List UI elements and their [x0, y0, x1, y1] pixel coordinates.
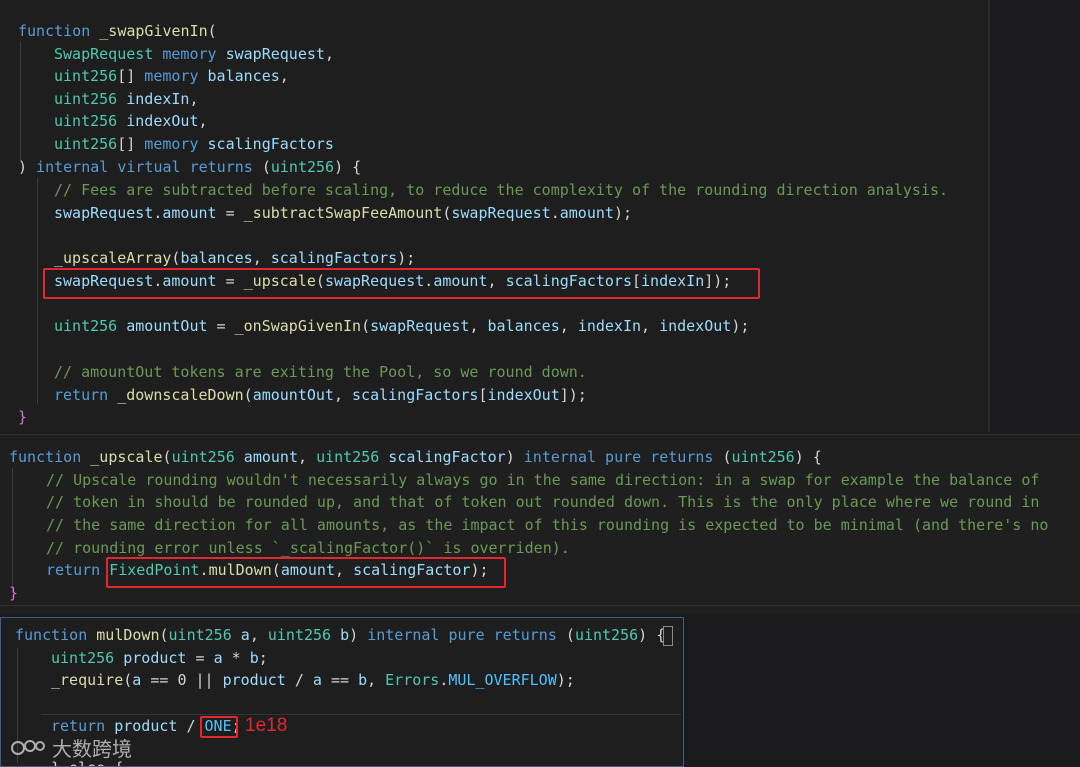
code-line: uint256 indexIn,	[54, 90, 199, 108]
code-line: ) internal virtual returns (uint256) {	[18, 158, 362, 176]
code-line: _require(a == 0 || product / a == b, Err…	[51, 671, 575, 689]
divider	[0, 605, 1080, 606]
code-panel-swap-given-in: function _swapGivenIn( SwapRequest memor…	[0, 0, 990, 432]
indent-guide	[12, 468, 13, 593]
code-comment: // the same direction for all amounts, a…	[46, 516, 1049, 534]
watermark-text: 大数跨境	[52, 737, 132, 761]
code-line: SwapRequest memory swapRequest,	[54, 45, 334, 63]
code-line: }	[18, 408, 28, 426]
bracket-match-highlight	[663, 626, 673, 646]
watermark-logo-icon	[10, 738, 46, 758]
code-comment: // token in should be rounded up, and th…	[46, 493, 1040, 511]
code-line: return _downscaleDown(amountOut, scaling…	[54, 386, 587, 404]
highlight-box-muldown-call	[106, 557, 506, 588]
indent-guide	[20, 42, 21, 162]
code-comment: // amountOut tokens are exiting the Pool…	[54, 363, 587, 381]
code-line: uint256 product = a * b;	[51, 649, 268, 667]
code-line: swapRequest.amount = _subtractSwapFeeAmo…	[54, 204, 632, 222]
code-line: function mulDown(uint256 a, uint256 b) i…	[15, 626, 666, 644]
code-line: }	[9, 584, 19, 602]
code-comment: // Upscale rounding wouldn't necessarily…	[46, 471, 1040, 489]
annotation-note: 1e18	[245, 715, 288, 736]
code-line: uint256[] memory scalingFactors	[54, 135, 334, 153]
highlight-box-one-constant	[200, 716, 238, 738]
code-panel-upscale: function _upscale(uint256 amount, uint25…	[0, 434, 1080, 614]
watermark: 大数跨境	[10, 733, 132, 762]
indent-guide	[37, 178, 38, 404]
code-line: _upscaleArray(balances, scalingFactors);	[54, 249, 416, 267]
code-line: uint256[] memory balances,	[54, 67, 289, 85]
highlight-box-upscale-call	[43, 268, 760, 299]
code-line: function _swapGivenIn(	[18, 22, 217, 40]
divider	[0, 434, 1080, 435]
code-comment: // Fees are subtracted before scaling, t…	[54, 181, 949, 199]
code-line: function _upscale(uint256 amount, uint25…	[9, 448, 822, 466]
code-line: uint256 indexOut,	[54, 112, 208, 130]
code-line: uint256 amountOut = _onSwapGivenIn(swapR…	[54, 317, 750, 335]
